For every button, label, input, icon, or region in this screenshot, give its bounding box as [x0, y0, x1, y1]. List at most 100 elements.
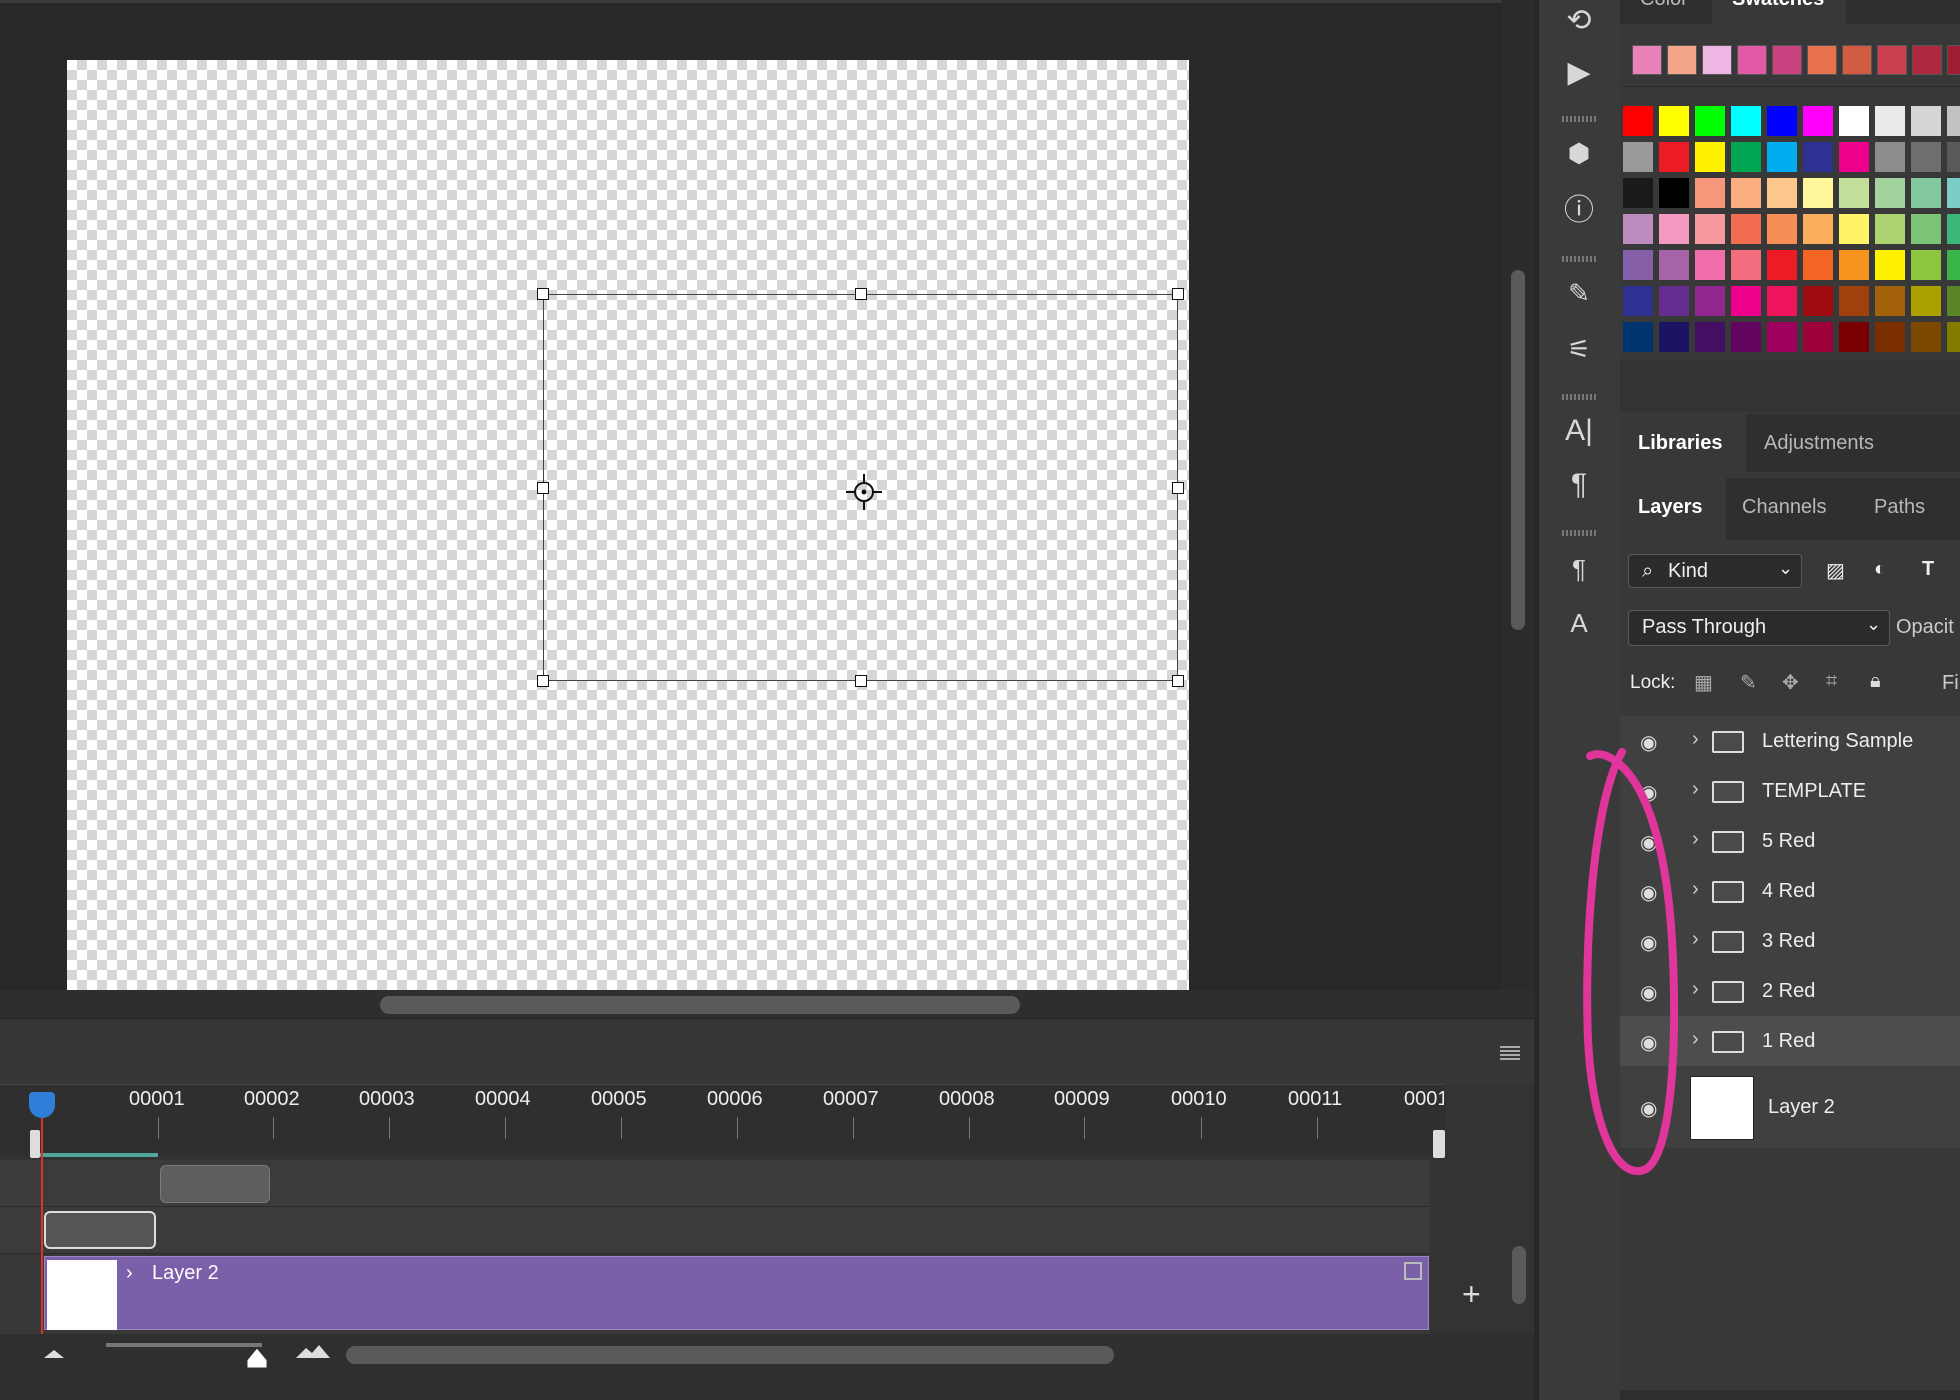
color-swatch[interactable]	[1875, 322, 1905, 352]
color-swatch[interactable]	[1731, 178, 1761, 208]
filter-type-icon[interactable]: T	[1922, 558, 1934, 581]
color-swatch[interactable]	[1767, 322, 1797, 352]
dock-grip[interactable]	[1562, 256, 1596, 262]
color-swatch[interactable]	[1659, 322, 1689, 352]
color-swatch[interactable]	[1623, 142, 1653, 172]
character-styles-icon[interactable]: A	[1558, 602, 1600, 644]
lock-artboard-icon[interactable]: ⌗	[1826, 670, 1837, 693]
transform-handle-top-center[interactable]	[855, 288, 867, 300]
timeline-menu-icon[interactable]	[1500, 1046, 1520, 1060]
recent-swatch[interactable]	[1667, 45, 1697, 75]
color-swatch[interactable]	[1659, 250, 1689, 280]
color-swatch[interactable]	[1875, 106, 1905, 136]
recent-swatch[interactable]	[1772, 45, 1802, 75]
recent-swatch[interactable]	[1947, 45, 1960, 75]
color-swatch[interactable]	[1623, 286, 1653, 316]
color-swatch[interactable]	[1875, 142, 1905, 172]
layer-2-clip[interactable]	[44, 1256, 1429, 1330]
color-swatch[interactable]	[1803, 214, 1833, 244]
color-swatch[interactable]	[1731, 142, 1761, 172]
tab-layers[interactable]: Layers	[1638, 496, 1703, 519]
filter-pixel-icon[interactable]: ▨	[1826, 558, 1845, 583]
recent-swatch[interactable]	[1877, 45, 1907, 75]
work-area-end-handle[interactable]	[1433, 1130, 1445, 1158]
recent-swatch[interactable]	[1702, 45, 1732, 75]
timeline-vertical-scroll[interactable]	[1512, 1246, 1526, 1304]
reference-point-icon[interactable]	[844, 472, 884, 512]
color-swatch[interactable]	[1911, 106, 1941, 136]
color-swatch[interactable]	[1803, 178, 1833, 208]
dock-grip[interactable]	[1562, 394, 1596, 400]
color-swatch[interactable]	[1875, 214, 1905, 244]
transform-handle-bottom-right[interactable]	[1172, 675, 1184, 687]
recent-swatch[interactable]	[1842, 45, 1872, 75]
color-swatch[interactable]	[1875, 286, 1905, 316]
color-swatch[interactable]	[1839, 142, 1869, 172]
info-icon[interactable]: ⓘ	[1558, 190, 1600, 232]
character-icon[interactable]: A|	[1558, 410, 1600, 452]
filter-adjustment-icon[interactable]: ◐	[1874, 558, 1886, 581]
color-swatch[interactable]	[1911, 286, 1941, 316]
color-swatch[interactable]	[1803, 142, 1833, 172]
clip-end-icon[interactable]	[1404, 1262, 1422, 1280]
color-swatch[interactable]	[1659, 214, 1689, 244]
playhead-marker-icon[interactable]	[29, 1092, 55, 1118]
tab-paths[interactable]: Paths	[1874, 496, 1925, 519]
vertical-scroll-thumb[interactable]	[1511, 270, 1525, 630]
zoom-out-icon[interactable]	[42, 1346, 66, 1360]
chevron-right-icon[interactable]: ›	[126, 1262, 133, 1285]
transform-handle-top-right[interactable]	[1172, 288, 1184, 300]
color-swatch[interactable]	[1839, 178, 1869, 208]
color-swatch[interactable]	[1659, 178, 1689, 208]
tab-channels[interactable]: Channels	[1742, 496, 1827, 519]
color-swatch[interactable]	[1623, 250, 1653, 280]
color-swatch[interactable]	[1803, 250, 1833, 280]
color-swatch[interactable]	[1623, 214, 1653, 244]
color-swatch[interactable]	[1695, 322, 1725, 352]
timeline-horizontal-scroll-thumb[interactable]	[346, 1346, 1114, 1364]
color-swatch[interactable]	[1695, 286, 1725, 316]
track-clip[interactable]	[160, 1165, 270, 1203]
transform-handle-middle-right[interactable]	[1172, 482, 1184, 494]
recent-swatch[interactable]	[1632, 45, 1662, 75]
color-swatch[interactable]	[1767, 286, 1797, 316]
recent-swatch[interactable]	[1912, 45, 1942, 75]
color-swatch[interactable]	[1731, 214, 1761, 244]
tab-adjustments[interactable]: Adjustments	[1764, 432, 1874, 455]
color-swatch[interactable]	[1767, 106, 1797, 136]
color-swatch[interactable]	[1911, 214, 1941, 244]
color-swatch[interactable]	[1623, 106, 1653, 136]
color-swatch[interactable]	[1911, 322, 1941, 352]
transform-handle-top-left[interactable]	[537, 288, 549, 300]
paragraph-icon[interactable]: ¶	[1558, 464, 1600, 506]
recent-swatch[interactable]	[1737, 45, 1767, 75]
transform-handle-bottom-left[interactable]	[537, 675, 549, 687]
brush-settings-icon[interactable]: ✎	[1558, 272, 1600, 314]
color-swatch[interactable]	[1839, 214, 1869, 244]
tab-swatches[interactable]: Swatches	[1732, 0, 1824, 11]
track-clip-selected[interactable]	[44, 1211, 156, 1249]
dock-grip[interactable]	[1562, 530, 1596, 536]
color-swatch[interactable]	[1767, 142, 1797, 172]
dock-grip[interactable]	[1562, 116, 1596, 122]
play-actions-icon[interactable]: ▶	[1558, 52, 1600, 94]
color-swatch[interactable]	[1947, 250, 1960, 280]
zoom-slider-track[interactable]	[106, 1343, 262, 1347]
color-swatch[interactable]	[1803, 286, 1833, 316]
add-track-button[interactable]: +	[1462, 1276, 1481, 1313]
color-swatch[interactable]	[1875, 250, 1905, 280]
color-swatch[interactable]	[1731, 322, 1761, 352]
3d-icon[interactable]: ⬢	[1558, 132, 1600, 174]
lock-transparent-icon[interactable]: ▦	[1694, 670, 1713, 695]
color-swatch[interactable]	[1623, 178, 1653, 208]
color-swatch[interactable]	[1731, 286, 1761, 316]
lock-move-icon[interactable]: ✥	[1782, 670, 1799, 695]
color-swatch[interactable]	[1839, 286, 1869, 316]
tab-color[interactable]: Color	[1640, 0, 1688, 11]
color-swatch[interactable]	[1911, 250, 1941, 280]
color-swatch[interactable]	[1947, 178, 1960, 208]
transform-handle-middle-left[interactable]	[537, 482, 549, 494]
color-swatch[interactable]	[1695, 214, 1725, 244]
color-swatch[interactable]	[1695, 178, 1725, 208]
color-swatch[interactable]	[1659, 106, 1689, 136]
